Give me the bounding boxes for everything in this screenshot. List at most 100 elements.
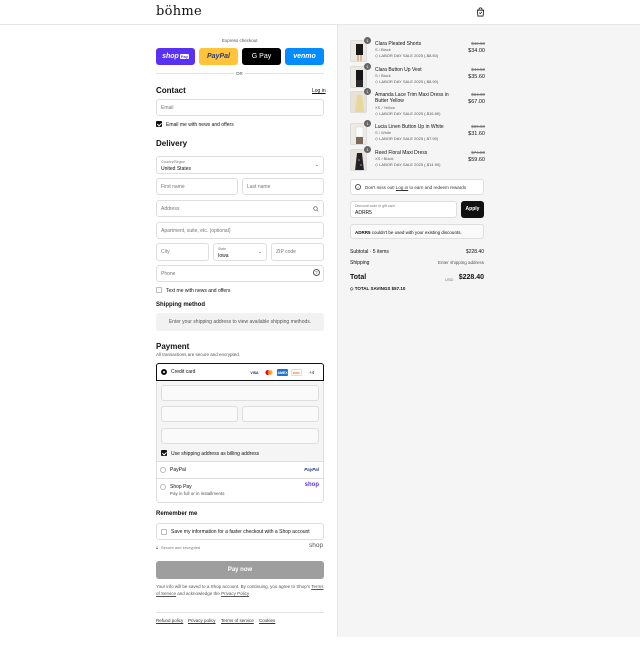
- item-discount-label: LABOR DAY SALE 2025 (-$16.80): [379, 111, 441, 116]
- rewards-login-link[interactable]: Log in: [396, 185, 408, 190]
- city-field[interactable]: City: [156, 243, 209, 261]
- currency-code: USD: [445, 277, 454, 282]
- total-savings: ◇ TOTAL SAVINGS $57.10: [350, 286, 405, 292]
- item-variant: XS / Black: [375, 156, 394, 161]
- item-discount: ◇ LABOR DAY SALE 2025 (-$16.80): [375, 111, 440, 116]
- quantity-badge: 1: [364, 88, 371, 95]
- shop-pay-label: Shop Pay: [170, 484, 192, 490]
- zip-field[interactable]: ZIP code: [271, 243, 324, 261]
- zip-placeholder: ZIP code: [276, 249, 296, 255]
- state-select[interactable]: State Iowa ⌄: [213, 243, 267, 261]
- discount-error-text: couldn't be used with your existing disc…: [371, 230, 462, 235]
- expiration-field[interactable]: [161, 406, 238, 422]
- name-on-card-field[interactable]: [161, 428, 319, 444]
- shipping-value: Enter shipping address: [437, 260, 484, 265]
- shop-pay-wordmark: shop: [162, 53, 179, 60]
- country-label: Country/Region: [161, 160, 186, 164]
- apply-button[interactable]: Apply: [461, 201, 484, 218]
- total-label: Total: [350, 274, 367, 281]
- shop-pay-radio[interactable]: [160, 484, 166, 490]
- shop-pay-option[interactable]: Shop Pay Pay in full or in installments …: [157, 479, 323, 502]
- item-discount: ◇ LABOR DAY SALE 2025 (-$14.90): [375, 162, 440, 167]
- text-news-label: Text me with news and offers: [166, 288, 231, 294]
- visa-icon: VISA: [249, 369, 260, 376]
- cart-item: 1 Clara Pleated Shorts S / Black ◇ LABOR…: [350, 37, 485, 64]
- credit-card-label: Credit card: [171, 369, 196, 375]
- cart-item: 1 Lucia Linen Button Up in White S / Whi…: [350, 120, 485, 147]
- quantity-badge: 1: [364, 146, 371, 153]
- pay-now-button[interactable]: Pay now: [156, 561, 324, 579]
- shopping-bag-icon[interactable]: [476, 7, 485, 17]
- more-cards-badge: +4: [309, 370, 315, 375]
- google-pay-button[interactable]: G Pay: [242, 48, 281, 65]
- discount-error-code: ADRR5: [355, 230, 371, 235]
- last-name-field[interactable]: Last name: [242, 178, 324, 195]
- paypal-logo: PayPal: [304, 467, 319, 472]
- save-info-label: Save my information for a faster checkou…: [171, 529, 310, 535]
- discount-code-label: Discount code or gift card: [355, 204, 395, 208]
- refund-policy-link[interactable]: Refund policy: [156, 618, 183, 623]
- credit-card-radio[interactable]: [161, 369, 167, 375]
- shipping-method-heading: Shipping method: [156, 302, 205, 308]
- state-value: Iowa: [218, 253, 229, 259]
- text-news-checkbox[interactable]: [156, 287, 162, 293]
- privacy-policy-link[interactable]: Privacy Policy: [221, 591, 249, 596]
- item-discount-label: LABOR DAY SALE 2025 (-$8.90): [379, 79, 439, 84]
- item-discount: ◇ LABOR DAY SALE 2025 (-$8.50): [375, 53, 438, 58]
- email-field[interactable]: Email: [156, 99, 324, 116]
- footer-divider: [156, 612, 324, 613]
- secure-lock-icon: 🔒︎: [156, 545, 159, 550]
- rewards-text-post: to earn and redeem rewards: [409, 185, 466, 190]
- help-icon[interactable]: ?: [313, 269, 320, 276]
- email-placeholder: Email: [161, 105, 174, 111]
- savings-value: $57.10: [391, 286, 406, 291]
- apartment-placeholder: Apartment, suite, etc. (optional): [161, 228, 231, 234]
- item-discount-label: LABOR DAY SALE 2025 (-$7.90): [379, 136, 439, 141]
- chevron-down-icon: ⌄: [314, 162, 319, 168]
- email-news-checkbox[interactable]: [156, 121, 162, 127]
- subtotal-label: Subtotal · 5 items: [350, 249, 389, 255]
- paypal-radio[interactable]: [160, 467, 166, 473]
- first-name-field[interactable]: First name: [156, 178, 238, 195]
- shipping-method-info: Enter your shipping address to view avai…: [156, 313, 324, 331]
- paypal-wordmark: PayPal: [207, 53, 230, 60]
- item-variant: S / Black: [375, 73, 391, 78]
- subtotal-value: $228.40: [465, 249, 484, 255]
- shipping-label: Shipping: [350, 260, 370, 266]
- brand-logo[interactable]: böhme: [156, 4, 202, 19]
- discount-code-value: ADRR5: [355, 210, 372, 216]
- discount-code-field[interactable]: Discount code or gift card ADRR5: [350, 201, 457, 218]
- item-price: $35.60: [468, 74, 485, 80]
- rewards-text-pre: Don't miss out!: [365, 185, 395, 190]
- cookies-link[interactable]: Cookies: [259, 618, 275, 623]
- billing-address-checkbox[interactable]: [161, 450, 167, 456]
- venmo-wordmark: venmo: [293, 53, 316, 60]
- first-name-placeholder: First name: [161, 184, 185, 190]
- country-select[interactable]: Country/Region United States ⌄: [156, 156, 324, 174]
- terms-of-service-footer-link[interactable]: Terms of service: [221, 618, 254, 623]
- last-name-placeholder: Last name: [247, 184, 271, 190]
- item-price: $67.00: [468, 99, 485, 105]
- paypal-button[interactable]: PayPal: [199, 48, 238, 65]
- item-variant: S / Black: [375, 47, 391, 52]
- city-placeholder: City: [161, 249, 170, 255]
- privacy-policy-footer-link[interactable]: Privacy policy: [188, 618, 216, 623]
- phone-field[interactable]: Phone ?: [156, 265, 324, 282]
- card-number-field[interactable]: [161, 385, 319, 401]
- google-pay-wordmark: G Pay: [251, 53, 272, 60]
- venmo-button[interactable]: venmo: [285, 48, 324, 65]
- apartment-field[interactable]: Apartment, suite, etc. (optional): [156, 222, 324, 239]
- save-info-checkbox[interactable]: [161, 529, 167, 535]
- login-link[interactable]: Log in: [312, 88, 326, 94]
- item-discount-label: LABOR DAY SALE 2025 (-$8.50): [379, 53, 439, 58]
- paypal-option[interactable]: PayPal PayPal: [157, 462, 323, 478]
- cart-item: 1 Clara Button Up Vest S / Black ◇ LABOR…: [350, 63, 485, 90]
- cart-item: 1 Amanda Lace Trim Maxi Dress in Butter …: [350, 88, 485, 121]
- shop-pay-button[interactable]: shop Pay: [156, 48, 195, 65]
- security-code-field[interactable]: [242, 406, 319, 422]
- save-info-option[interactable]: Save my information for a faster checkou…: [156, 523, 324, 540]
- state-label: State: [218, 247, 227, 251]
- address-field[interactable]: Address: [156, 200, 324, 217]
- info-icon: i: [355, 184, 361, 190]
- quantity-badge: 1: [364, 37, 371, 44]
